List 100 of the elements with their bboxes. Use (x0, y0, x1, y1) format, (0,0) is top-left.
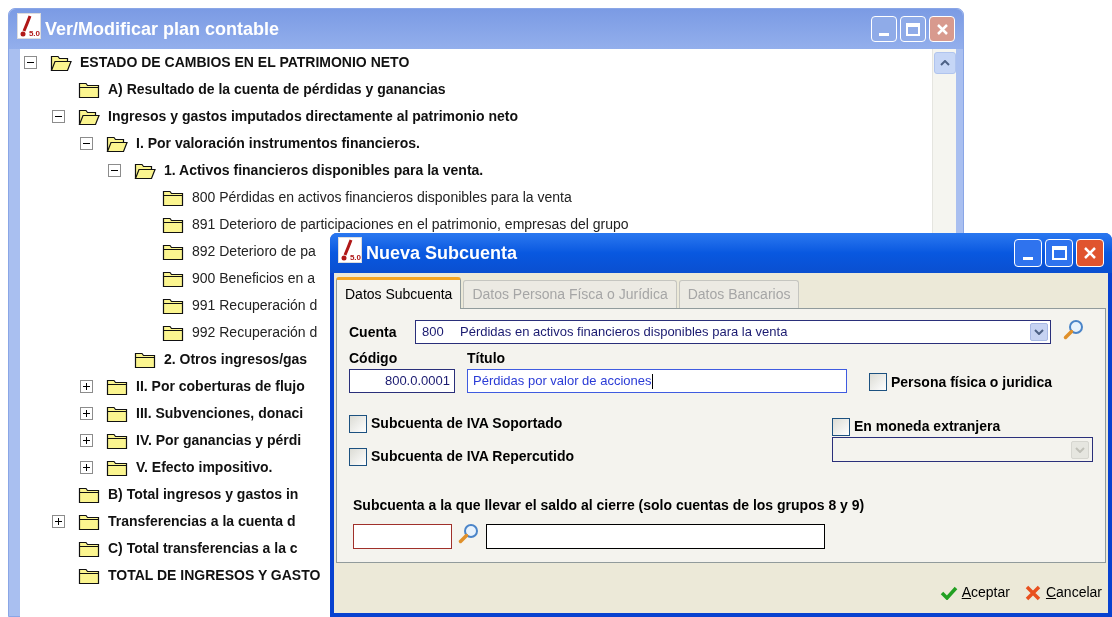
plus-icon (83, 437, 90, 444)
expand-toggle[interactable] (80, 380, 93, 393)
checkbox[interactable] (832, 417, 850, 436)
folder-icon (162, 188, 184, 207)
open-folder-icon (50, 53, 72, 72)
plus-icon (55, 518, 62, 525)
tree-item-label[interactable]: I. Por valoración instrumentos financieros. (136, 133, 420, 154)
minimize-button[interactable] (1014, 239, 1042, 267)
expand-toggle[interactable] (52, 515, 65, 528)
tree-item-label[interactable]: C) Total transferencias a la c (108, 538, 298, 559)
close-button[interactable] (1076, 239, 1104, 267)
tree-item-label[interactable]: B) Total ingresos y gastos in (108, 484, 299, 505)
close-icon (1083, 246, 1097, 260)
minimize-icon (1023, 257, 1033, 260)
tree-item-label[interactable]: II. Por coberturas de flujo (136, 376, 305, 397)
tree-item-label[interactable]: Transferencias a la cuenta d (108, 511, 296, 532)
tree-item-label[interactable]: 991 Recuperación d (192, 295, 318, 316)
field-label: Código (349, 349, 399, 367)
minus-icon (27, 59, 34, 66)
account-dropdown[interactable]: 800 Pérdidas en activos financieros disponibles para la venta (415, 320, 1051, 344)
expand-toggle[interactable] (80, 434, 93, 447)
folder-icon (106, 404, 128, 423)
tree-item-label[interactable]: 2. Otros ingresos/gas (164, 349, 308, 370)
field-label: Título (467, 349, 507, 367)
tree-item-label[interactable]: ESTADO DE CAMBIOS EN EL PATRIMONIO NETO (80, 52, 410, 73)
checkbox[interactable] (349, 414, 367, 433)
tree-item-label[interactable]: IV. Por ganancias y pérdi (136, 430, 302, 451)
cancel-button[interactable]: Cancelar (1023, 582, 1102, 603)
checkbox-label: Persona física o juridica (891, 372, 1053, 392)
account-code: 800 (422, 323, 445, 342)
folder-icon (106, 458, 128, 477)
folder-icon (78, 80, 100, 99)
collapse-toggle[interactable] (52, 110, 65, 123)
closing-account-name-field[interactable] (486, 524, 825, 549)
dialog-title: Nueva Subcuenta (366, 241, 518, 265)
folder-icon (162, 296, 184, 315)
folder-icon (78, 539, 100, 558)
open-folder-icon (106, 134, 128, 153)
title-value: Pérdidas por valor de acciones (473, 372, 652, 391)
checkbox[interactable] (869, 373, 887, 391)
tree-item-label[interactable]: 1. Activos financieros disponibles para la venta. (164, 160, 484, 181)
checkbox[interactable] (349, 447, 367, 466)
expand-toggle[interactable] (80, 407, 93, 420)
tab[interactable]: Datos Subcuenta (336, 277, 462, 309)
open-folder-icon (78, 107, 100, 126)
plus-icon (83, 410, 90, 417)
account-name: Pérdidas en activos financieros disponibles para la venta (460, 323, 788, 342)
tree-item-label[interactable]: 900 Beneficios en a (192, 268, 315, 289)
checkmark-icon (939, 585, 958, 600)
search-icon[interactable] (458, 522, 480, 544)
field-label: Subcuenta a la que llevar el saldo al cierre (solo cuentas de los grupos 8 y 9) (353, 496, 866, 515)
tree-item-label[interactable]: 800 Pérdidas en activos financieros disponibles para la venta (192, 187, 572, 208)
collapse-toggle[interactable] (24, 56, 37, 69)
folder-icon (162, 323, 184, 342)
app-logo: 5.0 (17, 12, 41, 39)
folder-icon (78, 566, 100, 585)
collapse-toggle[interactable] (108, 164, 121, 177)
plus-icon (83, 383, 90, 390)
minimize-icon (879, 33, 889, 36)
minus-icon (83, 140, 90, 147)
folder-icon (106, 431, 128, 450)
tree-item-label[interactable]: V. Efecto impositivo. (136, 457, 273, 478)
minus-icon (111, 167, 118, 174)
tree-item-label[interactable]: A) Resultado de la cuenta de pérdidas y ganancias (108, 79, 446, 100)
search-icon[interactable] (1063, 317, 1085, 340)
checkbox-label: En moneda extranjera (854, 417, 1001, 436)
cross-icon (1023, 583, 1042, 602)
folder-icon (78, 512, 100, 531)
folder-icon (162, 242, 184, 261)
code-field[interactable]: 800.0.0001 (349, 369, 455, 393)
close-icon (935, 22, 949, 36)
accept-button[interactable]: Aceptar (939, 582, 1010, 603)
minus-icon (55, 113, 62, 120)
maximize-button[interactable] (1045, 239, 1073, 267)
chevron-down-icon (1034, 329, 1044, 335)
dropdown-arrow-button[interactable] (1030, 323, 1048, 341)
folder-icon (162, 215, 184, 234)
folder-icon (106, 377, 128, 396)
maximize-icon (906, 22, 920, 36)
scroll-up-button[interactable] (933, 52, 956, 74)
chevron-down-icon (1075, 446, 1085, 453)
tree-item-label[interactable]: TOTAL DE INGRESOS Y GASTO (108, 565, 321, 586)
folder-icon (78, 485, 100, 504)
open-folder-icon (134, 161, 156, 180)
collapse-toggle[interactable] (80, 137, 93, 150)
maximize-icon (1051, 246, 1067, 260)
field-label: Cuenta (349, 322, 398, 342)
currency-dropdown[interactable] (832, 437, 1093, 462)
tree-item-label[interactable]: 891 Deterioro de participaciones en el patrimonio, empresas del grupo (192, 214, 629, 235)
app-logo: 5.0 (338, 236, 362, 263)
text-cursor (651, 373, 653, 389)
tree-item-label[interactable]: 892 Deterioro de pa (192, 241, 316, 262)
tree-item-label[interactable]: 992 Recuperación d (192, 322, 318, 343)
tree-item-label[interactable]: III. Subvenciones, donaci (136, 403, 304, 424)
plus-icon (83, 464, 90, 471)
title-field[interactable]: Pérdidas por valor de acciones (467, 369, 847, 393)
checkbox-label: Subcuenta de IVA Repercutido (371, 447, 575, 466)
tree-item-label[interactable]: Ingresos y gastos imputados directamente al patrimonio neto (108, 106, 518, 127)
expand-toggle[interactable] (80, 461, 93, 474)
closing-account-code-field[interactable] (353, 524, 452, 549)
